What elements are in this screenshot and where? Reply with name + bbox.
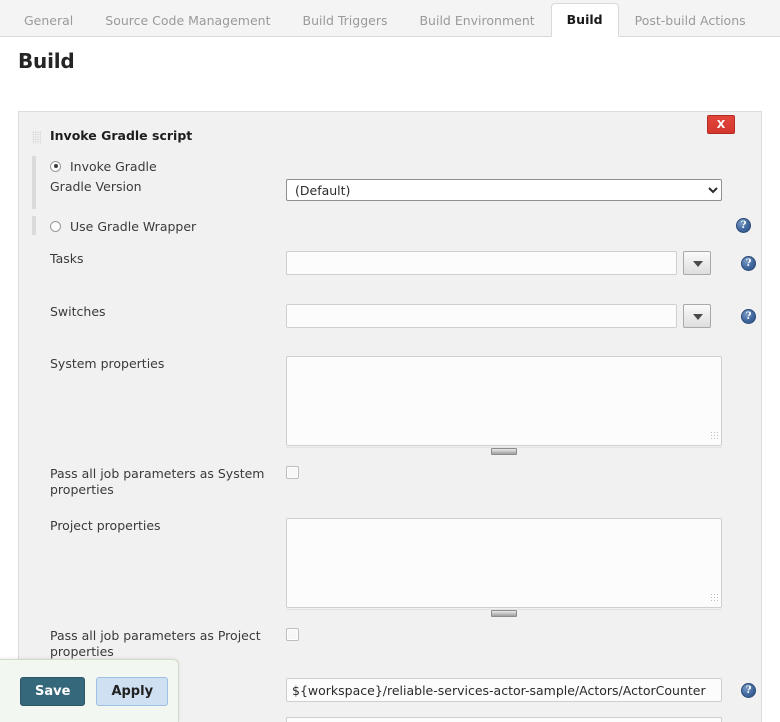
- pass-system-parameters-checkbox[interactable]: [286, 466, 299, 479]
- invoke-gradle-section: Invoke Gradle Gradle Version (Default): [19, 153, 761, 213]
- pass-system-parameters-field: [286, 466, 761, 482]
- tab-build[interactable]: Build: [551, 3, 619, 37]
- page-title: Build: [0, 37, 780, 85]
- drag-handle-icon[interactable]: [32, 131, 42, 144]
- root-build-script-input[interactable]: [286, 678, 722, 702]
- project-properties-label: Project properties: [19, 518, 286, 534]
- tasks-combo: [286, 251, 761, 275]
- help-icon-use-gradle-wrapper[interactable]: ?: [736, 218, 751, 233]
- invoke-gradle-builder: X Invoke Gradle script Invoke Gradle Gra…: [19, 112, 761, 722]
- radio-use-gradle-wrapper-label: Use Gradle Wrapper: [70, 219, 196, 234]
- form-actions-bar: Save Apply: [0, 659, 179, 722]
- build-file-field: ?: [286, 717, 761, 722]
- pass-system-parameters-label: Pass all job parameters as System proper…: [19, 466, 286, 498]
- project-properties-resize-grip[interactable]: [286, 609, 722, 616]
- system-properties-field: [286, 356, 761, 454]
- tab-general[interactable]: General: [8, 4, 89, 37]
- tab-build-triggers[interactable]: Build Triggers: [287, 4, 404, 37]
- tasks-label: Tasks: [19, 251, 286, 267]
- project-properties-textarea-wrap: [286, 518, 722, 608]
- tab-post-build-actions[interactable]: Post-build Actions: [619, 4, 762, 37]
- project-properties-textarea[interactable]: [286, 518, 722, 608]
- radio-row-use-gradle-wrapper[interactable]: Use Gradle Wrapper ?: [19, 213, 761, 239]
- help-icon-tasks[interactable]: ?: [741, 256, 756, 271]
- help-icon-root-build-script[interactable]: ?: [741, 683, 756, 698]
- gradle-version-label: Gradle Version: [19, 179, 286, 195]
- switches-field: ?: [286, 304, 761, 328]
- tab-build-environment[interactable]: Build Environment: [403, 4, 550, 37]
- tasks-input[interactable]: [286, 251, 677, 275]
- builder-title: Invoke Gradle script: [19, 112, 761, 153]
- switches-combo: [286, 304, 761, 328]
- save-button[interactable]: Save: [20, 677, 85, 706]
- radio-invoke-gradle[interactable]: [50, 161, 61, 172]
- system-properties-label: System properties: [19, 356, 286, 372]
- switches-dropdown-button[interactable]: [683, 304, 711, 328]
- config-tab-bar: General Source Code Management Build Tri…: [0, 0, 780, 37]
- row-tasks: Tasks ?: [19, 251, 761, 281]
- use-gradle-wrapper-section: Use Gradle Wrapper ?: [19, 213, 761, 239]
- pass-project-parameters-checkbox[interactable]: [286, 628, 299, 641]
- pass-project-parameters-label: Pass all job parameters as Project prope…: [19, 628, 286, 660]
- system-properties-resize-grip[interactable]: [286, 447, 722, 454]
- help-icon-switches[interactable]: ?: [741, 309, 756, 324]
- pass-project-parameters-field: [286, 628, 761, 644]
- radio-invoke-gradle-label: Invoke Gradle: [70, 159, 157, 174]
- page-body: Build X Invoke Gradle script Invoke Grad…: [0, 37, 780, 722]
- gradle-version-select[interactable]: (Default): [286, 179, 722, 201]
- row-pass-system-parameters: Pass all job parameters as System proper…: [19, 466, 761, 498]
- radio-use-gradle-wrapper[interactable]: [50, 221, 61, 232]
- remove-builder-button[interactable]: X: [707, 115, 735, 134]
- switches-input[interactable]: [286, 304, 677, 328]
- row-switches: Switches ?: [19, 304, 761, 334]
- switches-label: Switches: [19, 304, 286, 320]
- apply-button[interactable]: Apply: [96, 677, 168, 706]
- build-file-input[interactable]: [286, 717, 722, 722]
- project-properties-field: [286, 518, 761, 616]
- system-properties-textarea-wrap: [286, 356, 722, 446]
- row-system-properties: System properties: [19, 356, 761, 454]
- tasks-field: ?: [286, 251, 761, 275]
- system-properties-textarea[interactable]: [286, 356, 722, 446]
- row-project-properties: Project properties: [19, 518, 761, 616]
- tasks-dropdown-button[interactable]: [683, 251, 711, 275]
- radio-row-invoke-gradle[interactable]: Invoke Gradle: [19, 153, 761, 179]
- row-gradle-version: Gradle Version (Default): [19, 179, 761, 213]
- gradle-version-field: (Default): [286, 179, 761, 201]
- tab-source-code-management[interactable]: Source Code Management: [89, 4, 286, 37]
- row-pass-project-parameters: Pass all job parameters as Project prope…: [19, 628, 761, 660]
- root-build-script-field: ?: [286, 678, 761, 702]
- builder-panel: X Invoke Gradle script Invoke Gradle Gra…: [18, 111, 762, 722]
